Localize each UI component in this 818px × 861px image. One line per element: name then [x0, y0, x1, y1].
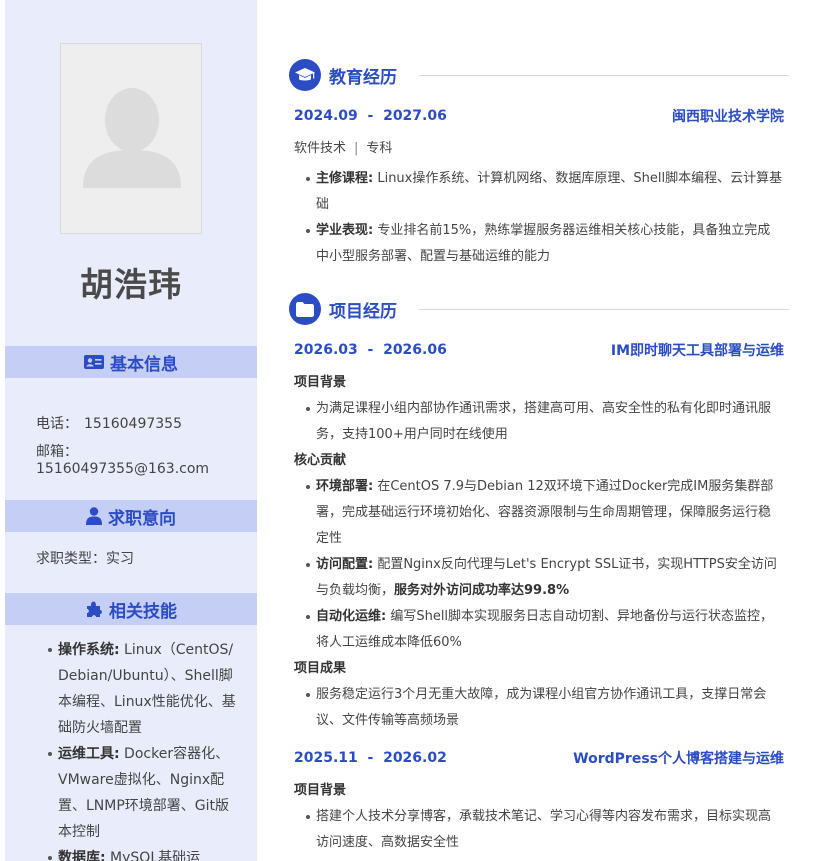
section-header-projects: 项目经历 — [289, 293, 789, 325]
date-range: 2026.03 - 2026.06 — [294, 342, 447, 358]
section-title: 项目经历 — [329, 301, 397, 322]
project-name: IM即时聊天工具部署与运维 — [610, 343, 784, 359]
subheading-background: 项目背景 — [294, 375, 347, 390]
list-item: 运维工具: Docker容器化、VMware虚拟化、Nginx配置、LNMP环境… — [47, 741, 237, 845]
avatar-silhouette-icon — [83, 88, 181, 188]
list-item: 主修课程: Linux操作系统、计算机网络、数据库原理、Shell脚本编程、云计… — [303, 166, 783, 218]
skills-list: 操作系统: Linux（CentOS/Debian/Ubuntu）、Shell脚… — [47, 637, 237, 861]
school-name: 闽西职业技术学院 — [672, 109, 784, 125]
id-card-icon — [84, 355, 104, 369]
list-item: 服务稳定运行3个月无重大故障，成为课程小组官方协作通讯工具，支撑日常会议、文件传… — [303, 682, 783, 734]
profile-photo-placeholder — [60, 43, 202, 234]
major-degree: 软件技术 | 专科 — [294, 141, 393, 156]
project-name: WordPress个人博客搭建与运维 — [573, 751, 784, 767]
sidebar: 胡浩玮 基本信息 电话： 15160497355 邮箱：15160497355@1… — [5, 0, 257, 861]
job-type: 求职类型：实习 — [36, 551, 134, 567]
candidate-name: 胡浩玮 — [80, 265, 182, 304]
date-range: 2024.09 - 2027.06 — [294, 108, 447, 124]
user-icon — [86, 507, 102, 525]
list-item: 数据库: MySQL基础运 — [47, 845, 237, 861]
project-entry-header: 2025.11 - 2026.02 WordPress个人博客搭建与运维 — [294, 747, 784, 769]
list-item: 学业表现: 专业排名前15%，熟练掌握服务器运维相关核心技能，具备独立完成中小型… — [303, 218, 783, 270]
section-title: 教育经历 — [329, 67, 397, 88]
job-type-value: 实习 — [106, 551, 134, 567]
project-entry-header: 2026.03 - 2026.06 IM即时聊天工具部署与运维 — [294, 339, 784, 361]
divider — [419, 74, 789, 76]
list-item: 访问配置: 配置Nginx反向代理与Let's Encrypt SSL证书，实现… — [303, 552, 783, 604]
puzzle-icon — [87, 601, 102, 617]
section-header-intention: 求职意向 — [5, 500, 257, 532]
list-item: 为满足课程小组内部协作通讯需求，搭建高可用、高安全性的私有化即时通讯服务，支持1… — [303, 396, 783, 448]
list-item: 搭建个人技术分享博客，承载技术笔记、学习心得等内容发布需求，目标实现高访问速度、… — [303, 804, 783, 856]
graduation-cap-icon — [295, 68, 315, 81]
section-title: 基本信息 — [110, 354, 178, 375]
education-entry-header: 2024.09 - 2027.06 闽西职业技术学院 — [294, 105, 784, 127]
list-item: 操作系统: Linux（CentOS/Debian/Ubuntu）、Shell脚… — [47, 637, 237, 741]
date-range: 2025.11 - 2026.02 — [294, 750, 447, 766]
subheading-background: 项目背景 — [294, 783, 347, 798]
list-item: 环境部署: 在CentOS 7.9与Debian 12双环境下通过Docker完… — [303, 474, 783, 552]
section-title: 求职意向 — [108, 508, 176, 529]
email-value: 15160497355@163.com — [36, 461, 210, 477]
contact-phone: 电话： 15160497355 — [36, 416, 182, 432]
section-header-basic-info: 基本信息 — [5, 346, 257, 378]
subheading-contribution: 核心贡献 — [294, 453, 347, 468]
subheading-result: 项目成果 — [294, 661, 347, 676]
divider — [419, 308, 789, 310]
list-item: 自动化运维: 编写Shell脚本实现服务日志自动切割、异地备份与运行状态监控，将… — [303, 604, 783, 656]
section-title: 相关技能 — [109, 601, 177, 622]
contact-email: 邮箱：15160497355@163.com — [36, 444, 210, 477]
section-header-education: 教育经历 — [289, 59, 789, 91]
section-header-skills: 相关技能 — [5, 593, 257, 625]
phone-value: 15160497355 — [84, 416, 182, 432]
folder-icon — [296, 301, 314, 317]
